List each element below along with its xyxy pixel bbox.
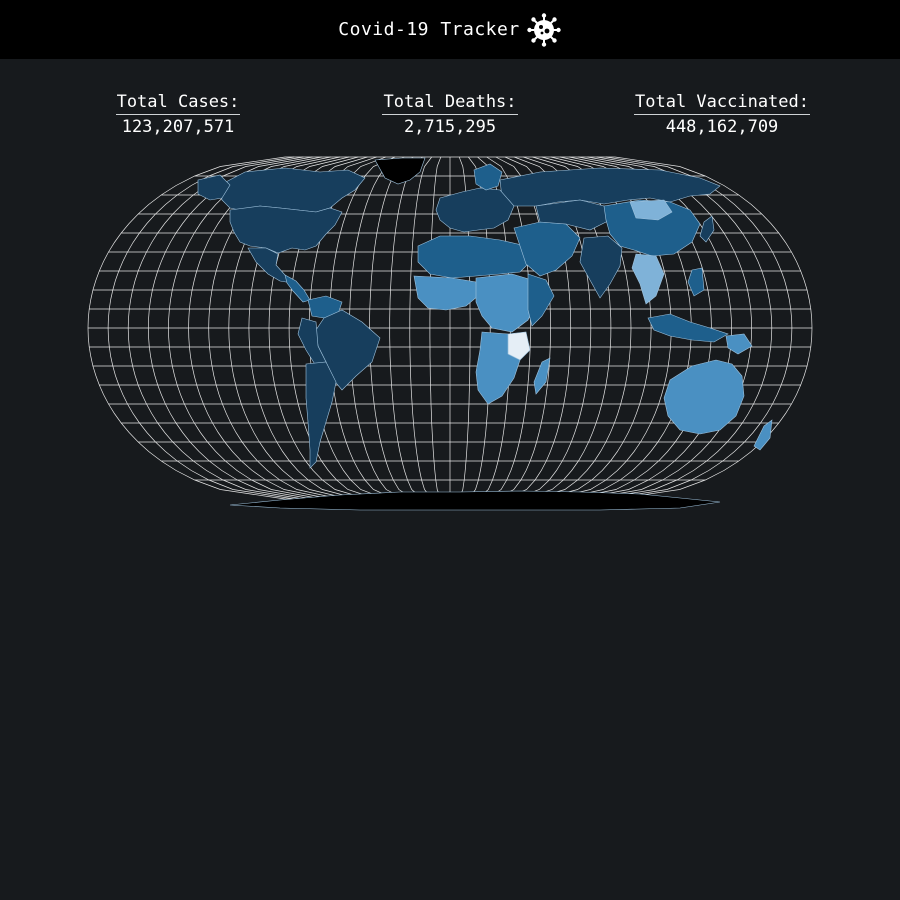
country-philippines[interactable] xyxy=(687,267,705,297)
country-india[interactable] xyxy=(579,235,623,299)
header-bar: Covid-19 Tracker xyxy=(0,0,900,59)
countries-layer[interactable] xyxy=(197,157,773,511)
total-cases-value: 123,207,571 xyxy=(121,117,235,137)
total-deaths-value: 2,715,295 xyxy=(403,117,497,137)
country-new-zealand[interactable] xyxy=(753,419,773,451)
total-vaccinated-value: 448,162,709 xyxy=(665,117,779,137)
total-deaths-stat: Total Deaths: 2,715,295 xyxy=(370,90,530,139)
total-vaccinated-stat: Total Vaccinated: 448,162,709 xyxy=(617,90,827,139)
stats-panel: Total Cases: 123,207,571 Total Deaths: 2… xyxy=(0,90,900,150)
country-russia[interactable] xyxy=(499,167,721,207)
country-antarctica[interactable] xyxy=(229,490,721,511)
country-north-africa[interactable] xyxy=(417,235,533,279)
country-southeast-asia[interactable] xyxy=(631,253,665,305)
country-canada[interactable] xyxy=(219,167,366,213)
country-west-africa[interactable] xyxy=(413,275,479,311)
world-map-svg[interactable] xyxy=(80,150,820,515)
app-title: Covid-19 Tracker xyxy=(338,19,520,40)
country-central-america[interactable] xyxy=(284,274,311,303)
virus-icon xyxy=(526,12,562,48)
country-madagascar[interactable] xyxy=(533,357,551,395)
country-east-africa[interactable] xyxy=(527,273,555,327)
country-scandinavia[interactable] xyxy=(473,163,503,191)
country-usa[interactable] xyxy=(229,205,343,254)
country-europe-west[interactable] xyxy=(435,187,515,233)
world-map[interactable] xyxy=(80,150,820,515)
total-deaths-label: Total Deaths: xyxy=(382,90,518,115)
country-argentina-chile[interactable] xyxy=(305,361,337,469)
country-japan[interactable] xyxy=(699,215,715,243)
total-cases-stat: Total Cases: 123,207,571 xyxy=(98,90,258,139)
total-cases-label: Total Cases: xyxy=(115,90,241,115)
country-greenland[interactable] xyxy=(374,157,426,185)
total-vaccinated-label: Total Vaccinated: xyxy=(634,90,810,115)
